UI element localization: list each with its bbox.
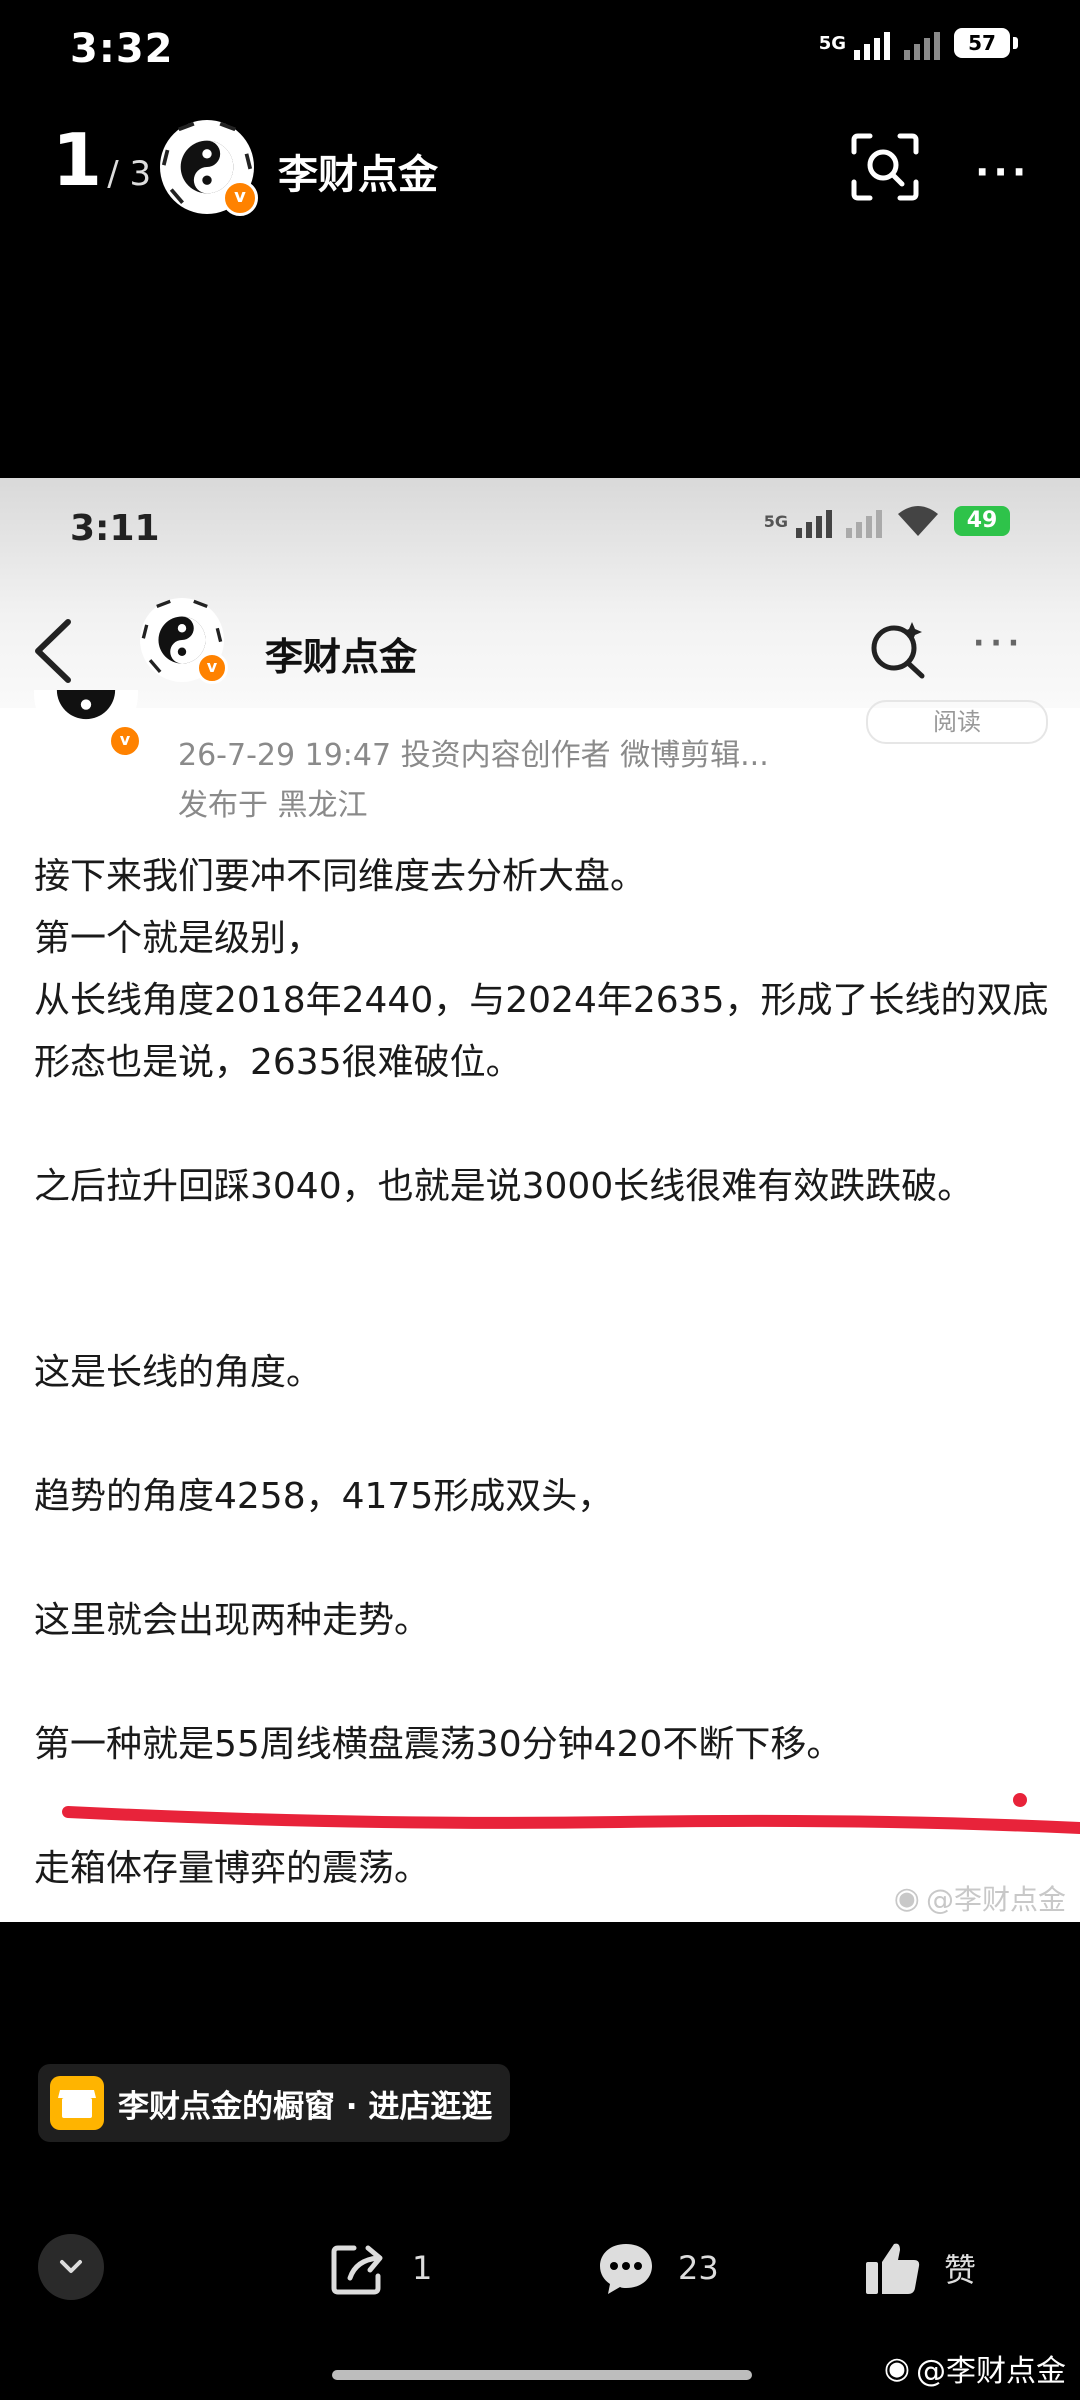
- post-watermark-text: @李财点金: [925, 1883, 1066, 1916]
- more-options-button[interactable]: ···: [975, 150, 1030, 194]
- shop-banner[interactable]: 李财点金的橱窗 · 进店逛逛: [38, 2064, 511, 2142]
- status-time: 3:32: [70, 26, 174, 72]
- read-button[interactable]: 阅读: [866, 700, 1048, 744]
- signal-icon: [854, 26, 890, 60]
- post-paragraph: 这是长线的角度。: [34, 1352, 323, 1393]
- signal-2-icon: [904, 26, 940, 60]
- like-button[interactable]: 赞: [864, 2240, 976, 2296]
- post-paragraph: 之后拉升回踩3040，也就是说3000长线很难有效跌跌破。: [34, 1166, 974, 1207]
- status-icons: 5G 57: [818, 26, 1018, 60]
- shop-icon: [50, 2076, 104, 2130]
- post-paragraph: 第一种就是55周线横盘震荡30分钟420不断下移。: [34, 1724, 843, 1765]
- post-watermark: ◉ @李财点金: [894, 1878, 1066, 1918]
- post-paragraph: 这里就会出现两种走势。: [34, 1600, 431, 1641]
- weibo-logo-icon: ◉: [883, 2350, 910, 2386]
- post-screenshot: 3:11 5G 49 v 李财点金 ··· v 阅读 26-7-29 19:47…: [0, 478, 1080, 1922]
- share-button[interactable]: 1: [330, 2240, 432, 2296]
- comment-icon: [600, 2244, 652, 2294]
- weibo-logo-icon: ◉: [893, 1880, 920, 1916]
- image-counter: 1 / 3: [52, 118, 151, 202]
- thumb-up-icon: [866, 2243, 920, 2294]
- verified-badge-icon: v: [196, 652, 228, 684]
- counter-current: 1: [52, 118, 103, 202]
- comment-button[interactable]: 23: [596, 2240, 719, 2296]
- inner-signal-icon: [796, 504, 832, 538]
- bottom-watermark-text: @李财点金: [916, 2354, 1066, 2389]
- wifi-icon: [898, 506, 938, 536]
- inner-battery-indicator: 49: [954, 506, 1010, 536]
- share-count: 1: [412, 2249, 433, 2287]
- scan-icon[interactable]: [850, 132, 920, 202]
- network-type: 5G: [818, 32, 846, 54]
- home-indicator[interactable]: [332, 2370, 752, 2380]
- inner-author-name[interactable]: 李财点金: [265, 626, 417, 681]
- post-paragraph: 趋势的角度4258，4175形成双头，: [34, 1476, 614, 1517]
- shop-label: 李财点金的橱窗 · 进店逛逛: [118, 2088, 493, 2125]
- post-location: 发布于 黑龙江: [178, 788, 368, 823]
- collapse-button[interactable]: [38, 2234, 104, 2300]
- verified-badge-icon: v: [222, 180, 258, 216]
- like-label: 赞: [944, 2251, 977, 2289]
- bottom-watermark: ◉ @李财点金: [884, 2346, 1066, 2390]
- post-meta: 26-7-29 19:47 投资内容创作者 微博剪辑...: [178, 738, 769, 773]
- share-icon: [331, 2245, 383, 2295]
- post-paragraph: 从长线角度2018年2440，与2024年2635，形成了长线的双底形态也是说，…: [34, 980, 1049, 1083]
- post-paragraph: 第一个就是级别，: [34, 918, 323, 959]
- battery-indicator: 57: [954, 28, 1018, 58]
- author-avatar[interactable]: v: [160, 120, 258, 216]
- inner-status-time: 3:11: [70, 508, 160, 549]
- post-verified-badge-icon: v: [108, 724, 142, 758]
- inner-author-avatar[interactable]: v: [140, 598, 228, 684]
- inner-signal-2-icon: [846, 504, 882, 538]
- comment-count: 23: [678, 2249, 719, 2287]
- back-arrow-icon[interactable]: [30, 616, 74, 686]
- inner-status-icons: 5G 49: [764, 504, 1010, 538]
- inner-network-type: 5G: [763, 511, 788, 531]
- post-paragraph: 接下来我们要冲不同维度去分析大盘。: [34, 856, 647, 897]
- inner-more-button[interactable]: ···: [973, 626, 1025, 661]
- red-underline-annotation: [62, 1793, 1080, 1834]
- counter-total: / 3: [107, 154, 152, 194]
- author-name[interactable]: 李财点金: [278, 142, 438, 200]
- chevron-down-icon: [60, 2260, 82, 2273]
- search-icon[interactable]: [866, 618, 930, 682]
